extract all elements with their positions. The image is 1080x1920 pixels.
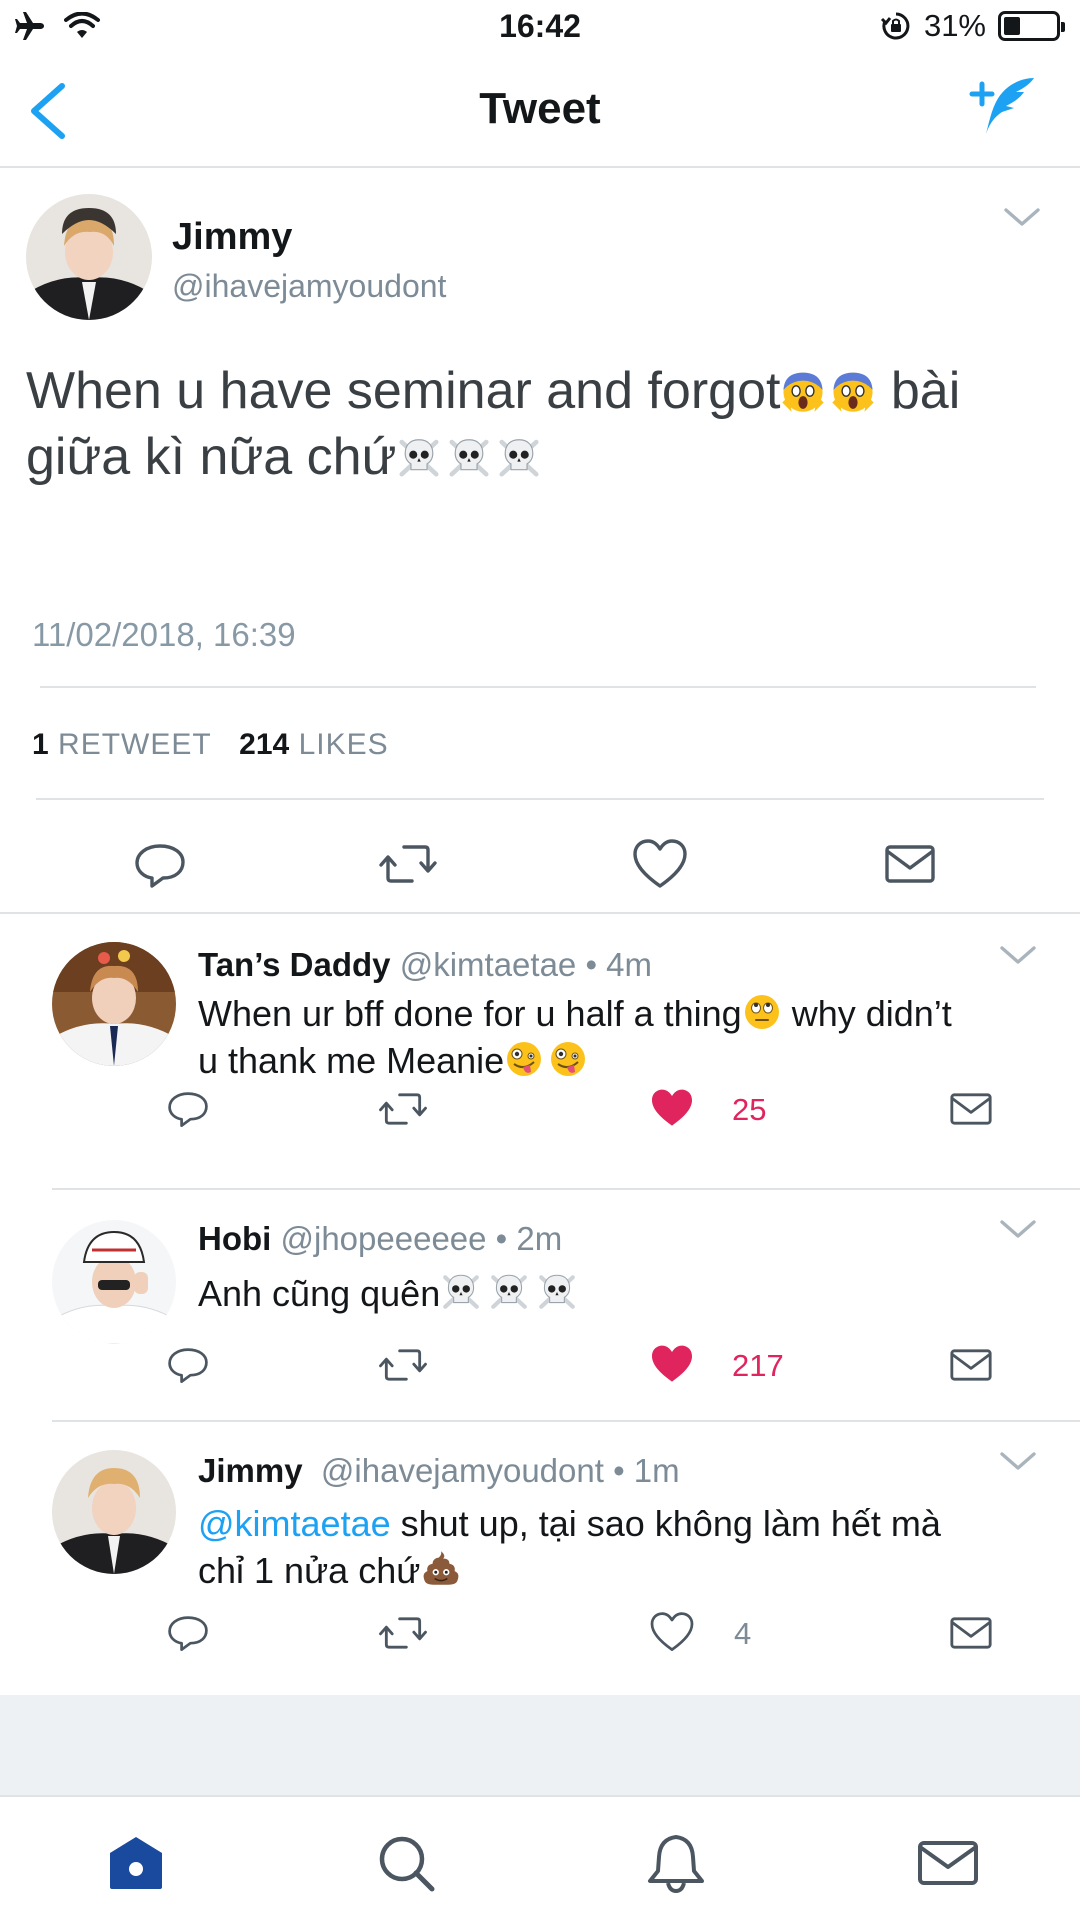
- retweet-count[interactable]: 1: [32, 728, 49, 761]
- avatar[interactable]: [52, 942, 176, 1066]
- reply-icon[interactable]: [130, 834, 190, 894]
- page-title: Tweet: [479, 84, 601, 133]
- chevron-down-icon[interactable]: [998, 942, 1038, 968]
- tweet-text-line1: When u have seminar and forgot: [26, 362, 781, 420]
- direct-message-icon[interactable]: [946, 1084, 996, 1134]
- zany-face-emoji: [548, 1039, 588, 1079]
- like-count[interactable]: 25: [732, 1092, 766, 1128]
- author-meta[interactable]: @kimtaetae • 4m: [400, 946, 652, 983]
- reply-text-line2: chỉ 1 nửa chứ: [198, 1550, 421, 1591]
- avatar[interactable]: [26, 194, 152, 320]
- like-count[interactable]: 4: [734, 1616, 751, 1652]
- chevron-down-icon[interactable]: [998, 1448, 1038, 1474]
- like-icon[interactable]: [648, 1608, 696, 1656]
- author-meta[interactable]: @ihavejamyoudont • 1m: [321, 1452, 680, 1489]
- like-label[interactable]: LIKES: [299, 728, 389, 761]
- direct-message-icon[interactable]: [946, 1340, 996, 1390]
- reply-header: Tan’s Daddy @kimtaetae • 4m: [198, 946, 652, 984]
- author-name[interactable]: Jimmy: [172, 216, 292, 259]
- retweet-icon[interactable]: [378, 834, 438, 894]
- home-icon[interactable]: [104, 1831, 168, 1895]
- retweet-icon[interactable]: [378, 1608, 428, 1658]
- reply-text-line2: u thank me Meanie: [198, 1040, 505, 1081]
- reply-text: @kimtaetae shut up, tại sao không làm hế…: [198, 1500, 1048, 1594]
- retweet-icon[interactable]: [378, 1084, 428, 1134]
- reply-icon[interactable]: [164, 1084, 212, 1132]
- skull-crossbones-emoji: [396, 434, 442, 480]
- reply-icon[interactable]: [164, 1340, 212, 1388]
- reply-tweet[interactable]: Jimmy @ihavejamyoudont • 1m @kimtaetae s…: [0, 1422, 1080, 1695]
- divider: [36, 798, 1044, 800]
- tweet-text-line2: giữa kì nữa chứ: [26, 428, 397, 486]
- search-icon[interactable]: [374, 1831, 438, 1895]
- reply-text-line1: Anh cũng quên: [198, 1273, 441, 1314]
- reply-text: Anh cũng quên: [198, 1270, 1048, 1317]
- author-meta[interactable]: @jhopeeeeee • 2m: [281, 1220, 563, 1257]
- reply-text-line1-tail: shut up, tại sao không làm hết mà: [390, 1503, 941, 1544]
- engagement-counts: 1 RETWEET 214 LIKES: [32, 728, 389, 762]
- rotation-lock-icon: [880, 12, 910, 40]
- battery-icon: [998, 11, 1065, 41]
- author-handle[interactable]: @ihavejamyoudont: [172, 268, 446, 305]
- author-name[interactable]: Jimmy: [198, 1452, 303, 1489]
- reply-actions: 217: [0, 1340, 1080, 1400]
- empty-space: [0, 1695, 1080, 1795]
- reply-icon[interactable]: [164, 1608, 212, 1656]
- notifications-icon[interactable]: [644, 1831, 708, 1895]
- reply-text-line1-tail: why didn’t: [781, 993, 952, 1034]
- reply-header: Jimmy @ihavejamyoudont • 1m: [198, 1452, 680, 1490]
- divider: [40, 686, 1036, 688]
- reply-tweet[interactable]: Tan’s Daddy @kimtaetae • 4m When ur bff …: [0, 916, 1080, 1190]
- skull-crossbones-emoji: [496, 434, 542, 480]
- face-eye-roll-emoji: [742, 992, 782, 1032]
- like-icon[interactable]: [648, 1340, 696, 1388]
- battery-percent: 31%: [923, 8, 986, 43]
- avatar[interactable]: [52, 1220, 176, 1344]
- like-count[interactable]: 214: [239, 728, 289, 761]
- tweet-text: When u have seminar and forgot bài giữa …: [26, 358, 1046, 490]
- tweet-timestamp: 11/02/2018, 16:39: [32, 616, 296, 653]
- reply-actions: 25: [0, 1084, 1080, 1144]
- tweet-text-line1-tail: bài: [876, 362, 961, 420]
- face-screaming-emoji: [830, 368, 876, 414]
- retweet-icon[interactable]: [378, 1340, 428, 1390]
- reply-actions: 4: [0, 1608, 1080, 1668]
- tab-bar: [0, 1795, 1080, 1920]
- skull-crossbones-emoji: [536, 1270, 578, 1312]
- skull-crossbones-emoji: [440, 1270, 482, 1312]
- reply-tweet[interactable]: Hobi @jhopeeeeee • 2m Anh cũng quên 217: [0, 1190, 1080, 1422]
- author-name[interactable]: Tan’s Daddy: [198, 946, 391, 983]
- like-icon[interactable]: [648, 1084, 696, 1132]
- direct-message-icon[interactable]: [880, 834, 940, 894]
- main-tweet: Jimmy @ihavejamyoudont When u have semin…: [0, 168, 1080, 914]
- messages-icon[interactable]: [916, 1831, 980, 1895]
- zany-face-emoji: [504, 1039, 544, 1079]
- reply-text: When ur bff done for u half a thing why …: [198, 990, 1048, 1084]
- mention-link[interactable]: @kimtaetae: [198, 1503, 391, 1544]
- reply-header: Hobi @jhopeeeeee • 2m: [198, 1220, 562, 1258]
- avatar[interactable]: [52, 1450, 176, 1574]
- chevron-down-icon[interactable]: [998, 1216, 1038, 1242]
- compose-tweet-icon[interactable]: [960, 72, 1040, 142]
- skull-crossbones-emoji: [446, 434, 492, 480]
- face-screaming-emoji: [780, 368, 826, 414]
- author-name[interactable]: Hobi: [198, 1220, 271, 1257]
- status-bar: 16:42 31%: [0, 0, 1080, 56]
- like-icon[interactable]: [630, 834, 690, 894]
- skull-crossbones-emoji: [488, 1270, 530, 1312]
- pile-of-poo-emoji: [420, 1547, 462, 1589]
- battery-fill: [1004, 17, 1020, 35]
- tweet-actions: [0, 822, 1080, 912]
- retweet-label[interactable]: RETWEET: [58, 728, 211, 761]
- direct-message-icon[interactable]: [946, 1608, 996, 1658]
- reply-text-line1: When ur bff done for u half a thing: [198, 993, 742, 1034]
- like-count[interactable]: 217: [732, 1348, 784, 1384]
- chevron-down-icon[interactable]: [1002, 204, 1042, 230]
- nav-bar: Tweet: [0, 56, 1080, 168]
